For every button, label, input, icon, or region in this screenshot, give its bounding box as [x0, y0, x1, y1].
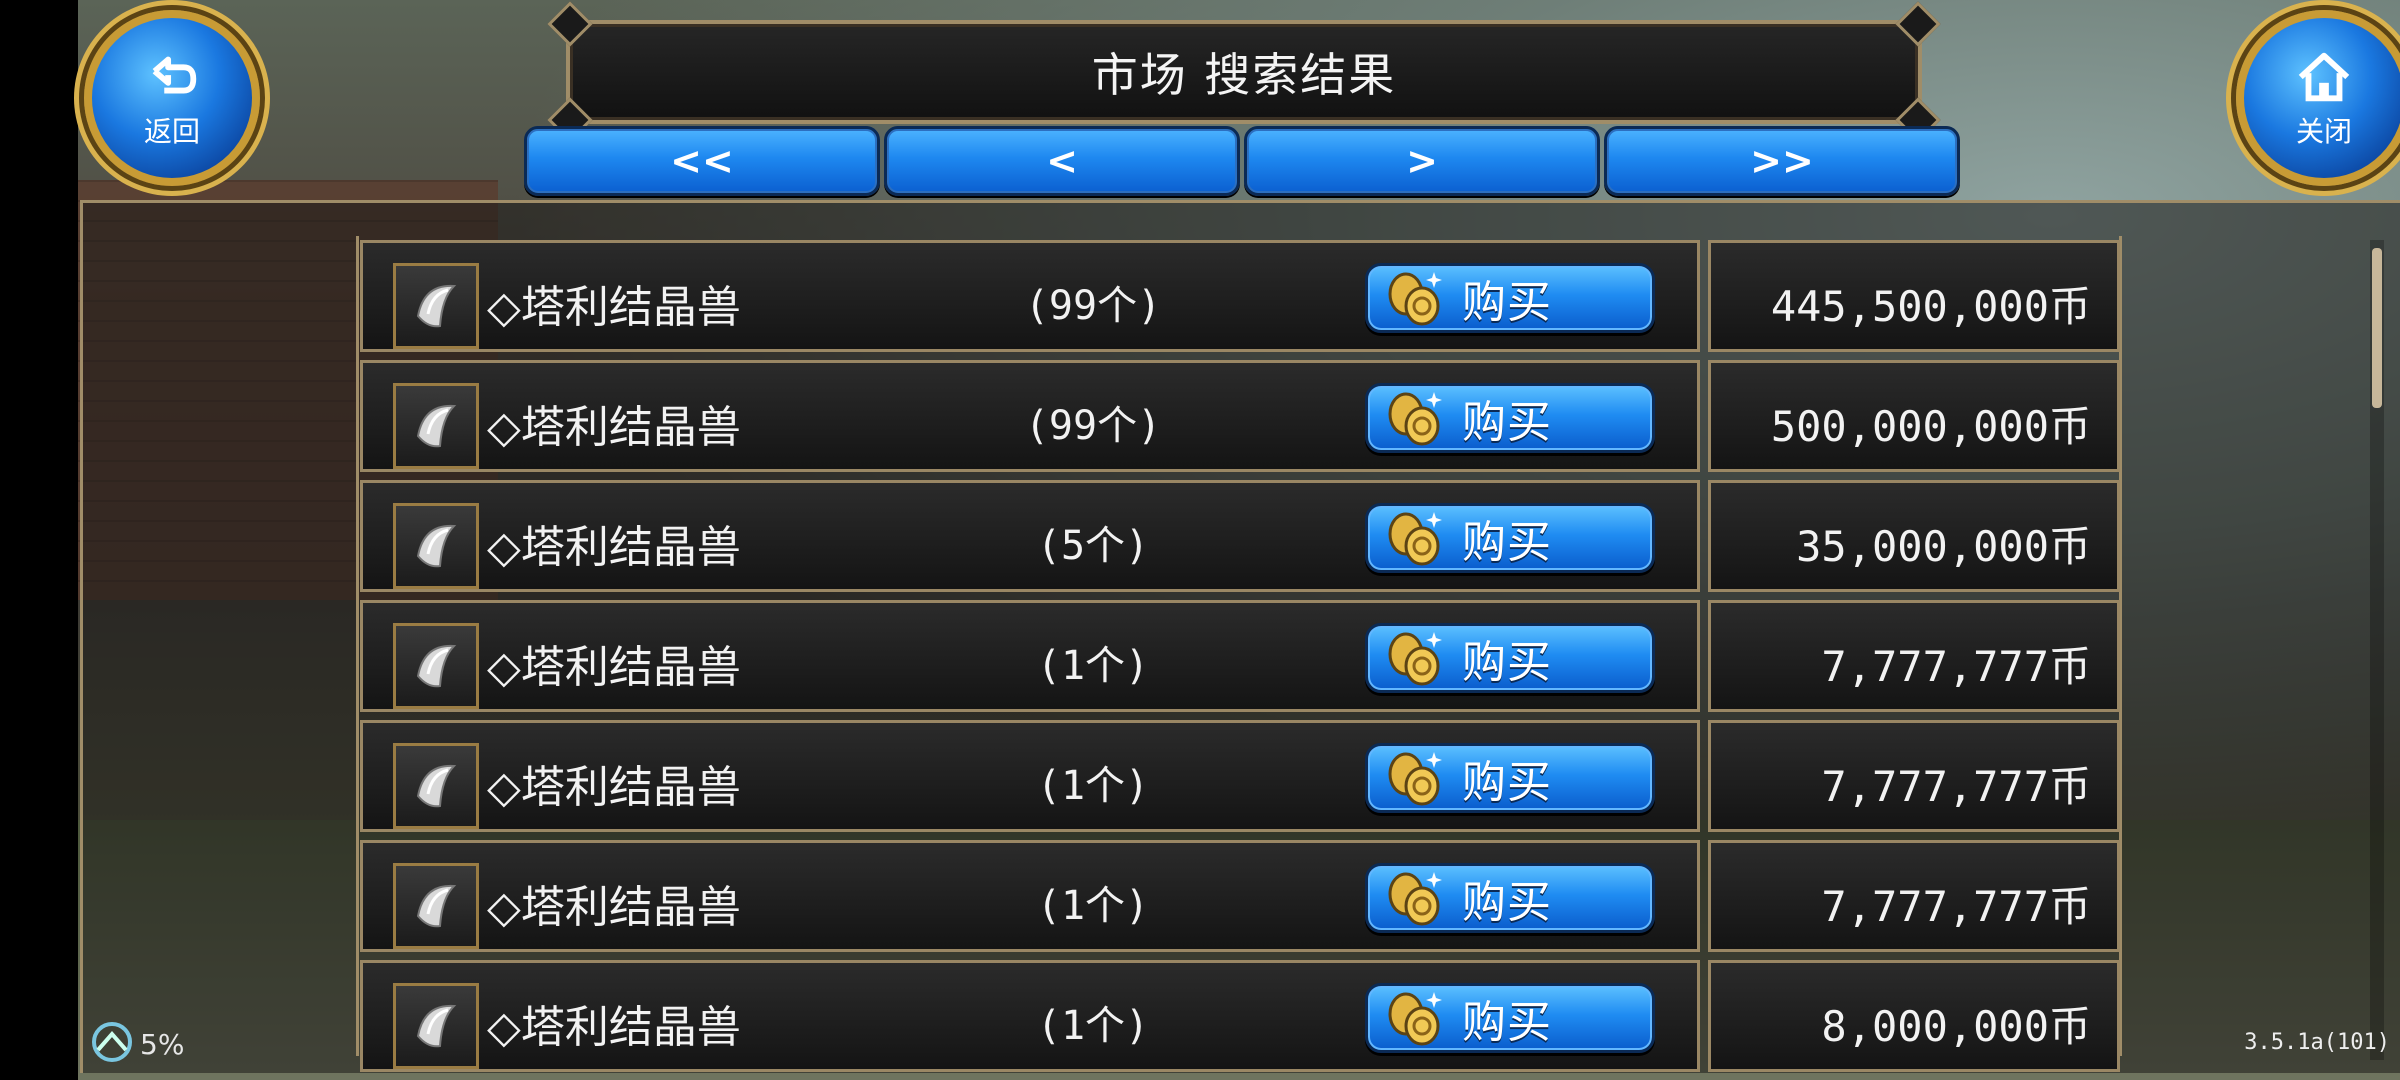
left-letterbox	[0, 0, 78, 1080]
price-cell: 445,500,000币	[1708, 240, 2120, 352]
item-cell: ◇塔利结晶兽 (99个) 购买	[360, 240, 1700, 352]
buy-label: 购买	[1462, 277, 1552, 328]
price-cell: 7,777,777币	[1708, 720, 2120, 832]
item-quantity: (1个)	[1036, 1003, 1150, 1049]
item-name: ◇塔利结晶兽	[487, 1002, 741, 1053]
item-quantity: (1个)	[1036, 643, 1150, 689]
gold-coins-icon	[1388, 512, 1442, 566]
item-cell: ◇塔利结晶兽 (1个) 购买	[360, 840, 1700, 952]
buy-button[interactable]: 购买	[1365, 863, 1655, 933]
buy-button[interactable]: 购买	[1365, 263, 1655, 333]
crystal-shard-icon	[416, 1004, 457, 1048]
load-percent: 5%	[140, 1028, 185, 1061]
close-label: 关闭	[2295, 115, 2352, 148]
item-quantity: (1个)	[1036, 883, 1150, 929]
page-title: 市场 搜索结果	[1091, 48, 1397, 102]
table-row: ◇塔利结晶兽 (99个) 购买 445,500,000币	[360, 240, 2120, 352]
crystal-shard-icon	[416, 404, 457, 448]
item-icon-slot[interactable]	[393, 983, 479, 1069]
scrollbar-thumb[interactable]	[2372, 248, 2382, 408]
prev-page-button[interactable]: <	[884, 126, 1240, 196]
crystal-shard-icon	[416, 884, 457, 928]
item-price: 7,777,777币	[1821, 762, 2091, 811]
table-row: ◇塔利结晶兽 (1个) 购买 8,000,000币	[360, 960, 2120, 1072]
price-cell: 35,000,000币	[1708, 480, 2120, 592]
buy-label: 购买	[1462, 637, 1552, 688]
buy-button[interactable]: 购买	[1365, 503, 1655, 573]
item-price: 7,777,777币	[1821, 642, 2091, 691]
table-row: ◇塔利结晶兽 (5个) 购买 35,000,000币	[360, 480, 2120, 592]
item-price: 8,000,000币	[1821, 1002, 2091, 1051]
buy-label: 购买	[1462, 757, 1552, 808]
item-icon-slot[interactable]	[393, 743, 479, 829]
item-name: ◇塔利结晶兽	[487, 522, 741, 573]
table-row: ◇塔利结晶兽 (1个) 购买 7,777,777币	[360, 720, 2120, 832]
item-name: ◇塔利结晶兽	[487, 282, 741, 333]
item-cell: ◇塔利结晶兽 (1个) 购买	[360, 600, 1700, 712]
item-quantity: (99个)	[1024, 283, 1162, 329]
item-icon-slot[interactable]	[393, 503, 479, 589]
item-name: ◇塔利结晶兽	[487, 642, 741, 693]
buy-button[interactable]: 购买	[1365, 743, 1655, 813]
table-row: ◇塔利结晶兽 (1个) 购买 7,777,777币	[360, 840, 2120, 952]
next-page-button[interactable]: >	[1244, 126, 1600, 196]
item-icon-slot[interactable]	[393, 383, 479, 469]
buy-button[interactable]: 购买	[1365, 383, 1655, 453]
close-button[interactable]: 关闭	[2236, 10, 2400, 186]
table-row: ◇塔利结晶兽 (99个) 购买 500,000,000币	[360, 360, 2120, 472]
gold-coins-icon	[1388, 392, 1442, 446]
table-row: ◇塔利结晶兽 (1个) 购买 7,777,777币	[360, 600, 2120, 712]
item-icon-slot[interactable]	[393, 863, 479, 949]
loading-status-icon	[92, 1022, 132, 1062]
return-arrow-icon	[152, 56, 197, 94]
item-quantity: (1个)	[1036, 763, 1150, 809]
item-name: ◇塔利结晶兽	[487, 762, 741, 813]
gold-coins-icon	[1388, 632, 1442, 686]
buy-label: 购买	[1462, 397, 1552, 448]
item-icon-slot[interactable]	[393, 263, 479, 349]
version-label: 3.5.1a(101)	[2244, 1030, 2390, 1055]
item-price: 445,500,000币	[1770, 282, 2091, 331]
crystal-shard-icon	[416, 764, 457, 808]
buy-label: 购买	[1462, 997, 1552, 1048]
item-quantity: (99个)	[1024, 403, 1162, 449]
gold-coins-icon	[1388, 992, 1442, 1046]
price-cell: 8,000,000币	[1708, 960, 2120, 1072]
item-cell: ◇塔利结晶兽 (99个) 购买	[360, 360, 1700, 472]
home-icon	[2298, 52, 2350, 102]
price-cell: 500,000,000币	[1708, 360, 2120, 472]
first-page-button[interactable]: <<	[524, 126, 880, 196]
gold-coins-icon	[1388, 272, 1442, 326]
item-name: ◇塔利结晶兽	[487, 402, 741, 453]
title-bar: 市场 搜索结果	[547, 1, 1941, 143]
item-price: 35,000,000币	[1796, 522, 2091, 571]
crystal-shard-icon	[416, 284, 457, 328]
crystal-shard-icon	[416, 524, 457, 568]
item-price: 7,777,777币	[1821, 882, 2091, 931]
last-page-button[interactable]: >>	[1604, 126, 1960, 196]
gold-coins-icon	[1388, 752, 1442, 806]
item-cell: ◇塔利结晶兽 (1个) 购买	[360, 960, 1700, 1072]
gold-coins-icon	[1388, 872, 1442, 926]
item-icon-slot[interactable]	[393, 623, 479, 709]
item-quantity: (5个)	[1036, 523, 1150, 569]
buy-button[interactable]: 购买	[1365, 623, 1655, 693]
price-cell: 7,777,777币	[1708, 600, 2120, 712]
item-name: ◇塔利结晶兽	[487, 882, 741, 933]
item-cell: ◇塔利结晶兽 (1个) 购买	[360, 720, 1700, 832]
buy-label: 购买	[1462, 517, 1552, 568]
buy-label: 购买	[1462, 877, 1552, 928]
back-label: 返回	[143, 115, 200, 148]
item-price: 500,000,000币	[1770, 402, 2091, 451]
buy-button[interactable]: 购买	[1365, 983, 1655, 1053]
back-button[interactable]: 返回	[84, 10, 260, 186]
crystal-shard-icon	[416, 644, 457, 688]
price-cell: 7,777,777币	[1708, 840, 2120, 952]
item-cell: ◇塔利结晶兽 (5个) 购买	[360, 480, 1700, 592]
